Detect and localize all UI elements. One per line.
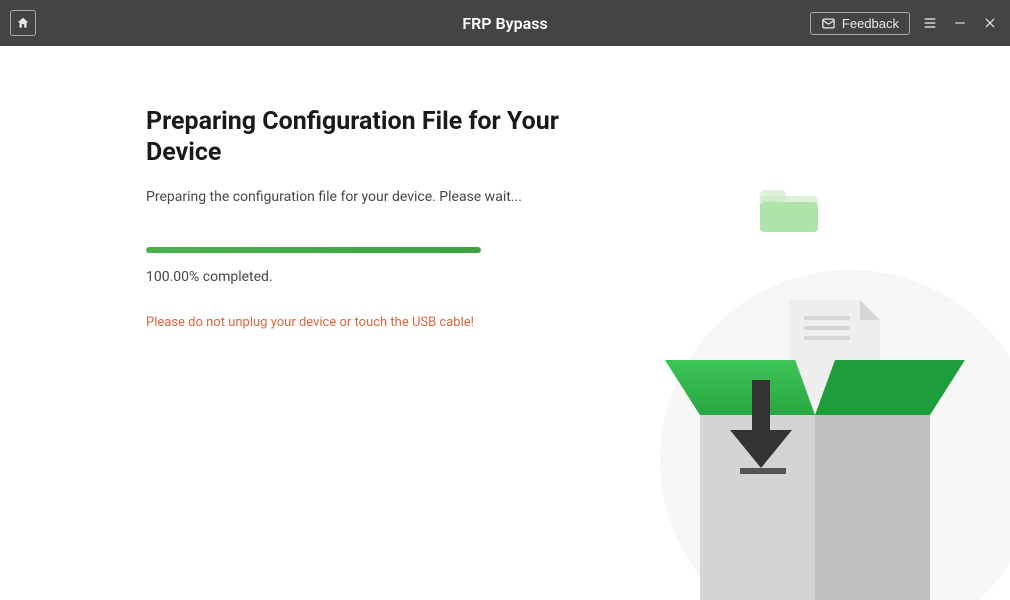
progress-bar [146,247,481,253]
feedback-label: Feedback [842,16,899,31]
close-icon [983,16,997,30]
feedback-button[interactable]: Feedback [810,12,910,35]
window-title: FRP Bypass [462,14,547,33]
minimize-button[interactable] [950,13,970,33]
window-controls: Feedback [810,12,1000,35]
home-button[interactable] [10,10,36,36]
page-heading: Preparing Configuration File for Your De… [146,106,586,169]
home-icon [16,16,30,30]
download-box-illustration [610,170,1010,600]
left-panel: Preparing Configuration File for Your De… [0,46,590,600]
titlebar: FRP Bypass Feedback [0,0,1010,46]
menu-button[interactable] [920,13,940,33]
menu-icon [922,15,938,31]
page-subtext: Preparing the configuration file for you… [146,189,590,205]
mail-icon [821,16,836,31]
progress-label: 100.00% completed. [146,269,590,285]
warning-text: Please do not unplug your device or touc… [146,315,590,330]
content-area: Preparing Configuration File for Your De… [0,46,1010,600]
progress-fill [146,247,481,253]
minimize-icon [953,16,967,30]
close-button[interactable] [980,13,1000,33]
